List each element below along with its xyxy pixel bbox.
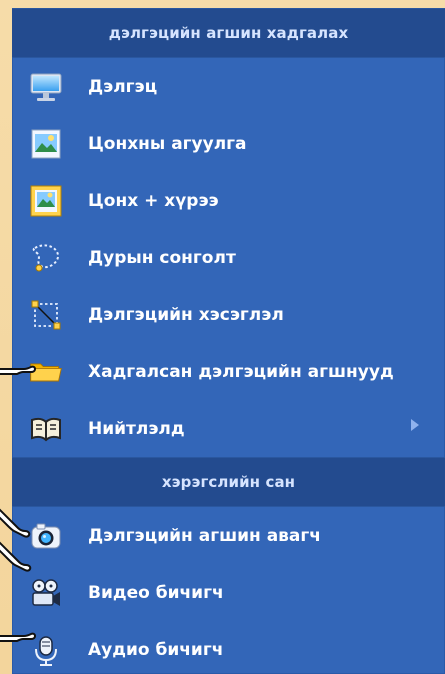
menu-item-label: Хадгалсан дэлгэцийн агшнууд (88, 362, 394, 382)
menu-item-region-selection[interactable]: Дэлгэцийн хэсэглэл (12, 286, 445, 343)
menu-item-audio-recorder[interactable]: Аудио бичигч (12, 621, 445, 674)
folder-icon (28, 354, 64, 390)
window-frame-icon (28, 183, 64, 219)
menu-item-video-recorder[interactable]: Видео бичигч (12, 564, 445, 621)
menu-item-window-content[interactable]: Цонхны агуулга (12, 115, 445, 172)
section-header-screenshot: дэлгэцийн агшин хадгалах (12, 8, 445, 58)
menu-item-label: Аудио бичигч (88, 640, 224, 660)
context-menu: дэлгэцийн агшин хадгалах Дэлгэц Цонхны а… (12, 8, 445, 674)
microphone-icon (28, 632, 64, 668)
publish-icon (28, 411, 64, 447)
section-header-tools: хэрэгслийн сан (12, 457, 445, 507)
chevron-right-icon[interactable] (411, 419, 419, 431)
menu-item-label: Дэлгэцийн агшин авагч (88, 526, 321, 546)
menu-item-window-frame[interactable]: Цонх + хүрээ (12, 172, 445, 229)
monitor-icon (28, 69, 64, 105)
menu-item-label: Дэлгэц (88, 77, 158, 97)
region-selection-icon (28, 297, 64, 333)
menu-item-label: Видео бичигч (88, 583, 224, 603)
window-content-icon (28, 126, 64, 162)
menu-item-label: Цонхны агуулга (88, 134, 247, 154)
menu-item-freeform-selection[interactable]: Дурын сонголт (12, 229, 445, 286)
menu-item-publish[interactable]: Нийтлэлд (12, 400, 445, 457)
camera-icon (28, 518, 64, 554)
screenshot-stage: дэлгэцийн агшин хадгалах Дэлгэц Цонхны а… (0, 0, 445, 674)
video-camera-icon (28, 575, 64, 611)
menu-item-screenshot-tool[interactable]: Дэлгэцийн агшин авагч (12, 507, 445, 564)
menu-item-label: Цонх + хүрээ (88, 191, 219, 211)
menu-item-label: Нийтлэлд (88, 419, 185, 439)
menu-item-label: Дурын сонголт (88, 248, 236, 268)
menu-item-label: Дэлгэцийн хэсэглэл (88, 305, 284, 325)
menu-item-screen[interactable]: Дэлгэц (12, 58, 445, 115)
freeform-selection-icon (28, 240, 64, 276)
menu-item-saved-screenshots[interactable]: Хадгалсан дэлгэцийн агшнууд (12, 343, 445, 400)
